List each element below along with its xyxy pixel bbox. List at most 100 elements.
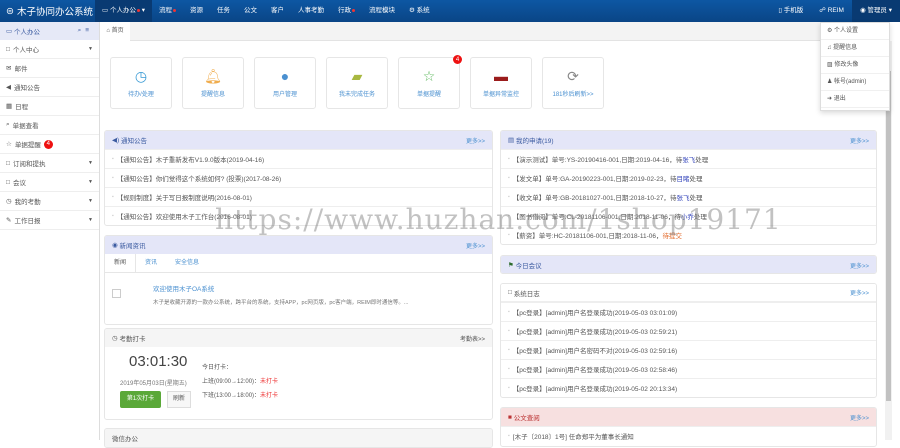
- nav-item[interactable]: ⚙ 系统: [402, 0, 437, 22]
- am-label: 上班(09:00→12:00)：: [202, 379, 261, 385]
- refresh-button[interactable]: 刷新: [167, 391, 191, 408]
- list-item[interactable]: 【规则制度】关于写日报制度说明(2016-08-01): [105, 187, 492, 206]
- nav-item[interactable]: 资源: [183, 0, 210, 22]
- quick-link[interactable]: ☆ 单据提醒 4: [398, 55, 462, 109]
- list-item[interactable]: 【收文单】单号:GB-20181027-001,日期:2018-10-27，待张…: [501, 187, 876, 206]
- reim-link[interactable]: ☍ REIM: [811, 0, 852, 22]
- status-suffix: 待提交: [662, 233, 682, 240]
- user-menu-toggle[interactable]: ◉ 管理员 ▾: [851, 0, 900, 22]
- nav-item[interactable]: 流程: [152, 0, 183, 22]
- nav-label: 个人办公: [109, 7, 136, 14]
- tab-bar: ⌂ 首页: [100, 22, 885, 41]
- more-link[interactable]: 更多>>: [850, 261, 869, 270]
- monitor-icon: ▭: [102, 7, 110, 14]
- panel-title: 新闻资讯: [119, 243, 146, 250]
- clock-icon: ◷: [112, 335, 120, 342]
- top-navbar: ⊜ 木子协同办公系统 ▭ 个人办公 ▾ 流程 资源 任务 公文 客户 人事考勤 行政 流程模块 ⚙ …: [0, 0, 900, 22]
- nav-item[interactable]: 公文: [237, 0, 264, 22]
- user-menu-item[interactable]: ♟ 帐号(admin): [821, 74, 889, 91]
- docs-panel: ■ 公文查阅更多>> [木子〔2018〕1号] 任命郑平为董事长通知: [500, 407, 877, 447]
- status-suffix: 处理: [689, 195, 703, 202]
- list-item[interactable]: 【通知公告】你们觉得这个系统如何? (投票)(2017-08-26): [105, 168, 492, 187]
- mobile-link[interactable]: ▯ 手机版: [770, 0, 811, 22]
- nav-label: 人事考勤: [298, 7, 325, 14]
- panel-title: 公文查阅: [513, 415, 540, 422]
- clock-date: 2019年05月03日(星期五): [120, 381, 187, 387]
- nav-item[interactable]: 客户: [264, 0, 291, 22]
- today-label: 今日打卡：: [202, 365, 233, 371]
- sidebar-item-icon: □: [6, 178, 10, 186]
- am-status: 未打卡: [260, 379, 279, 385]
- sidebar-item[interactable]: ▦ 日程: [0, 97, 99, 116]
- quick-link[interactable]: ● 用户管理: [254, 57, 316, 109]
- list-item[interactable]: 【pc登录】[admin]用户名登录成功(2019-05-03 03:01:09…: [501, 302, 876, 321]
- quick-link[interactable]: ▬ 单据异常监控: [470, 57, 532, 109]
- list-item[interactable]: 【通知公告】欢迎使用木子工作台(2016-08-01): [105, 206, 492, 225]
- apply-panel: ▤ 我的申请(19) 更多>> 【演示测试】单号:YS-20190416-001,…: [500, 130, 877, 245]
- nav-label: 流程: [159, 7, 173, 14]
- list-item[interactable]: 【pc登录】[admin]用户名登录成功(2019-05-03 02:58:46…: [501, 359, 876, 378]
- nav-item[interactable]: 行政: [331, 0, 362, 22]
- caret-down-icon: ▼: [88, 198, 93, 204]
- sidebar-item[interactable]: ◀ 通知公告: [0, 78, 99, 97]
- quick-link[interactable]: 🔔︎ 提醒信息: [182, 57, 244, 109]
- menu-item-label: 帐号(admin): [834, 79, 867, 85]
- user-menu-item[interactable]: ⚙ 个人设置: [821, 23, 889, 40]
- app-title: 木子协同办公系统: [16, 7, 93, 18]
- nav-item[interactable]: 任务: [210, 0, 237, 22]
- sidebar-item[interactable]: ✎ 工作日报 ▼: [0, 211, 99, 230]
- sidebar-item[interactable]: □ 会议 ▼: [0, 173, 99, 192]
- more-link[interactable]: 更多>>: [850, 288, 869, 297]
- more-link[interactable]: 更多>>: [850, 136, 869, 145]
- list-item[interactable]: 【发文单】单号:GA-20190223-001,日期:2019-02-23，待目…: [501, 168, 876, 187]
- sidebar-item[interactable]: ◷ 我的考勤 ▼: [0, 192, 99, 211]
- quick-link-icon: ●: [280, 67, 290, 84]
- scrollbar-thumb[interactable]: [886, 71, 891, 401]
- sidebar-item[interactable]: ✉ 邮件: [0, 59, 99, 78]
- quick-link-label: 待办/处理: [128, 91, 154, 98]
- menu-item-label: 提醒信息: [833, 45, 858, 51]
- nav-item[interactable]: 流程模块: [362, 0, 402, 22]
- chevron-down-icon: ▾: [139, 7, 146, 14]
- list-item[interactable]: 【通知公告】木子重新发布V1.9.0版本(2019-04-16): [105, 149, 492, 168]
- news-tab[interactable]: 资讯: [136, 254, 166, 272]
- nav-item[interactable]: 人事考勤: [291, 0, 331, 22]
- assignee: 张飞: [676, 195, 690, 202]
- sidebar-item[interactable]: □ 订阅和提执 ▼: [0, 154, 99, 173]
- attendance-sheet-link[interactable]: 考勤表>>: [460, 334, 485, 343]
- list-item[interactable]: 【图书借阅】单号:CL-20181106-001,日期:2018-11-06，待…: [501, 206, 876, 225]
- quick-link[interactable]: ▰ 我未完成任务: [326, 57, 388, 109]
- sidebar-item-label: 订阅和提执: [12, 161, 46, 168]
- user-menu-item[interactable]: ▨ 修改头像: [821, 57, 889, 74]
- panel-header: ▤ 我的申请(19) 更多>>: [501, 131, 876, 149]
- list-item[interactable]: 【薪资】单号:HC-20181106-001,日期:2018-11-06，待提交: [501, 225, 876, 244]
- list-item[interactable]: 【pc登录】[admin]用户名密码不对(2019-05-03 02:59:16…: [501, 340, 876, 359]
- logo-icon: ⊜: [6, 5, 14, 17]
- user-menu-item[interactable]: ➜ 退出: [821, 91, 889, 108]
- nav-label: 行政: [338, 7, 352, 14]
- sidebar-item[interactable]: □ 个人中心 ▼: [0, 40, 99, 59]
- news-headline[interactable]: 欢迎使用木子OA系统: [153, 283, 408, 293]
- menu-icon[interactable]: ≡: [85, 27, 93, 34]
- more-link[interactable]: 更多>>: [466, 136, 485, 145]
- more-link[interactable]: 更多>>: [850, 413, 869, 422]
- list-item[interactable]: 【pc登录】[admin]用户名登录成功(2019-05-02 20:13:34…: [501, 378, 876, 397]
- tab-home[interactable]: ⌂ 首页: [100, 22, 130, 41]
- quick-link[interactable]: ⟳ 181秒后刷新>>: [542, 57, 604, 109]
- quick-link[interactable]: ◷ 待办/处理: [110, 57, 172, 109]
- user-menu-item[interactable]: ♫ 提醒信息: [821, 40, 889, 57]
- sidebar-item[interactable]: ☆ 单据提醒 4: [0, 135, 99, 154]
- nav-item[interactable]: ▭ 个人办公 ▾: [95, 0, 153, 22]
- app-logo[interactable]: ⊜ 木子协同办公系统: [0, 4, 95, 19]
- news-item: 欢迎使用木子OA系统 木子是收藏开源的一款办公系统，跨平台的系统，支持APP，pc…: [105, 273, 492, 316]
- more-link[interactable]: 更多>>: [466, 241, 485, 250]
- list-item[interactable]: [木子〔2018〕1号] 任命郑平为董事长通知: [501, 426, 876, 445]
- news-tab[interactable]: 安全信息: [166, 254, 208, 272]
- panel-header: ⚑ 今日会议 更多>>: [501, 256, 876, 273]
- menu-item-icon: ⚙: [827, 28, 835, 34]
- punch-button[interactable]: 第1次打卡: [120, 391, 161, 408]
- news-tab[interactable]: 新闻: [105, 254, 137, 272]
- sidebar-item[interactable]: ⌕ 单据查看: [0, 116, 99, 135]
- list-item[interactable]: 【演示测试】单号:YS-20190416-001,日期:2019-04-16，待…: [501, 149, 876, 168]
- list-item[interactable]: 【pc登录】[admin]用户名登录成功(2019-05-03 02:59:21…: [501, 321, 876, 340]
